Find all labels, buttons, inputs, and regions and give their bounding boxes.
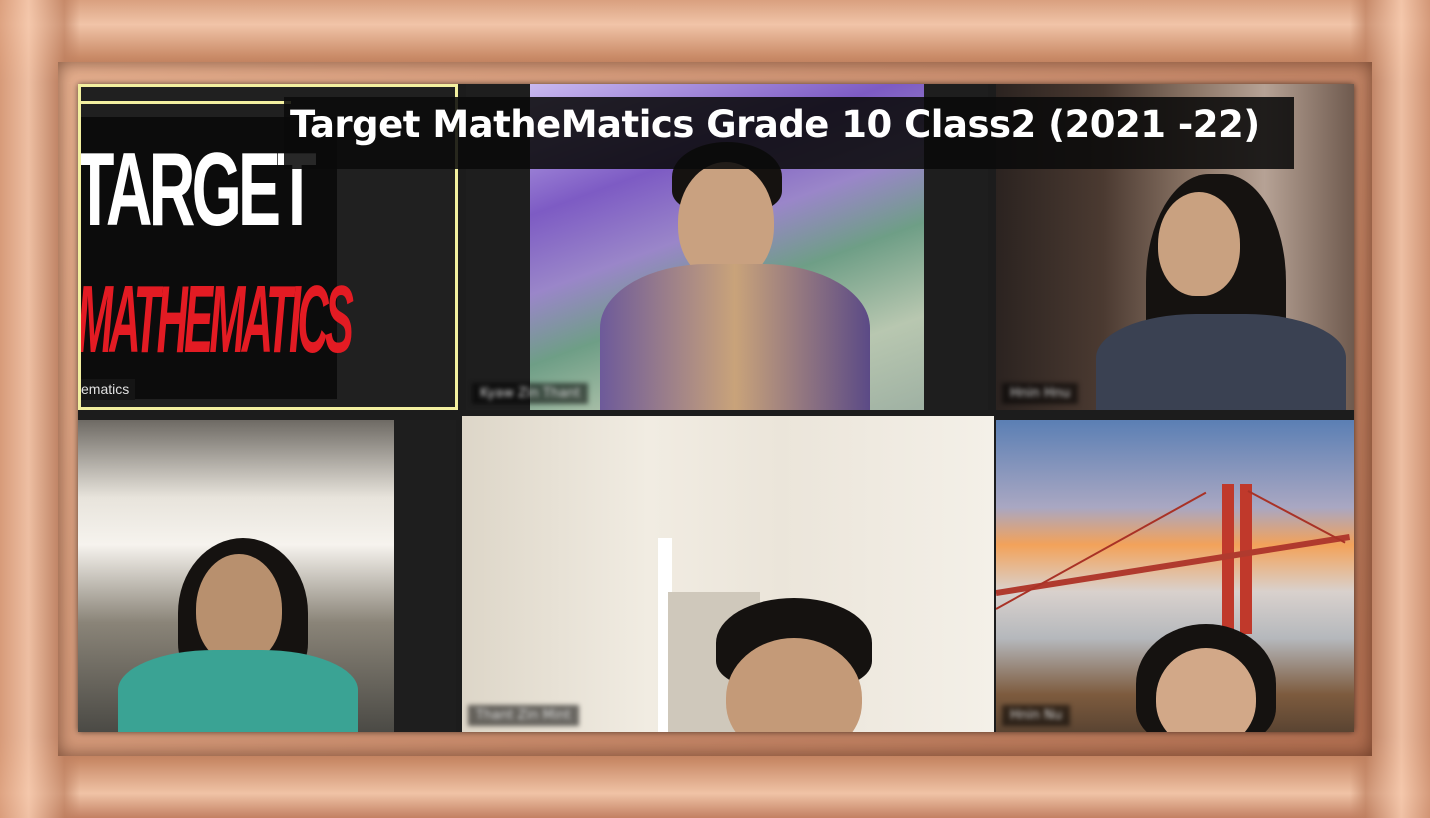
person-shirt	[600, 264, 870, 410]
bridge-tower	[1240, 484, 1252, 634]
participant-name-label: Thant Zin Mint	[468, 705, 579, 726]
participant-name-label: ematics	[81, 379, 136, 400]
person-face	[196, 554, 282, 664]
video-feed	[462, 416, 994, 732]
participant-name-label: Kyaw Zin Thant	[472, 383, 589, 404]
video-feed	[78, 420, 394, 732]
participant-name-label: Hnin Nu	[1002, 705, 1070, 726]
title-banner: Target MatheMatics Grade 10 Class2 (2021…	[284, 97, 1294, 169]
bridge-cable	[1247, 490, 1346, 544]
video-tile-participant-4[interactable]	[78, 420, 456, 732]
video-call-gallery: TARGET MATHEMATICS ematics Kyaw Zin Than…	[78, 84, 1354, 732]
bridge-deck	[996, 534, 1351, 596]
tile-highlight-line	[81, 101, 291, 104]
virtual-background-golden-gate	[996, 420, 1354, 732]
banner-title: Target MatheMatics Grade 10 Class2 (2021…	[290, 103, 1260, 146]
participant-name-label: Hnin Hnu	[1002, 383, 1079, 404]
logo-line-mathematics: MATHEMATICS	[78, 266, 354, 373]
person-shirt	[118, 650, 358, 732]
video-tile-participant-6[interactable]: Hnin Nu	[996, 420, 1354, 732]
logo-line-target: TARGET	[78, 132, 317, 248]
person-face	[1158, 192, 1240, 296]
bridge-cable	[996, 491, 1207, 610]
video-tile-participant-5[interactable]: Thant Zin Mint	[462, 416, 994, 732]
person-jacket	[1096, 314, 1346, 410]
